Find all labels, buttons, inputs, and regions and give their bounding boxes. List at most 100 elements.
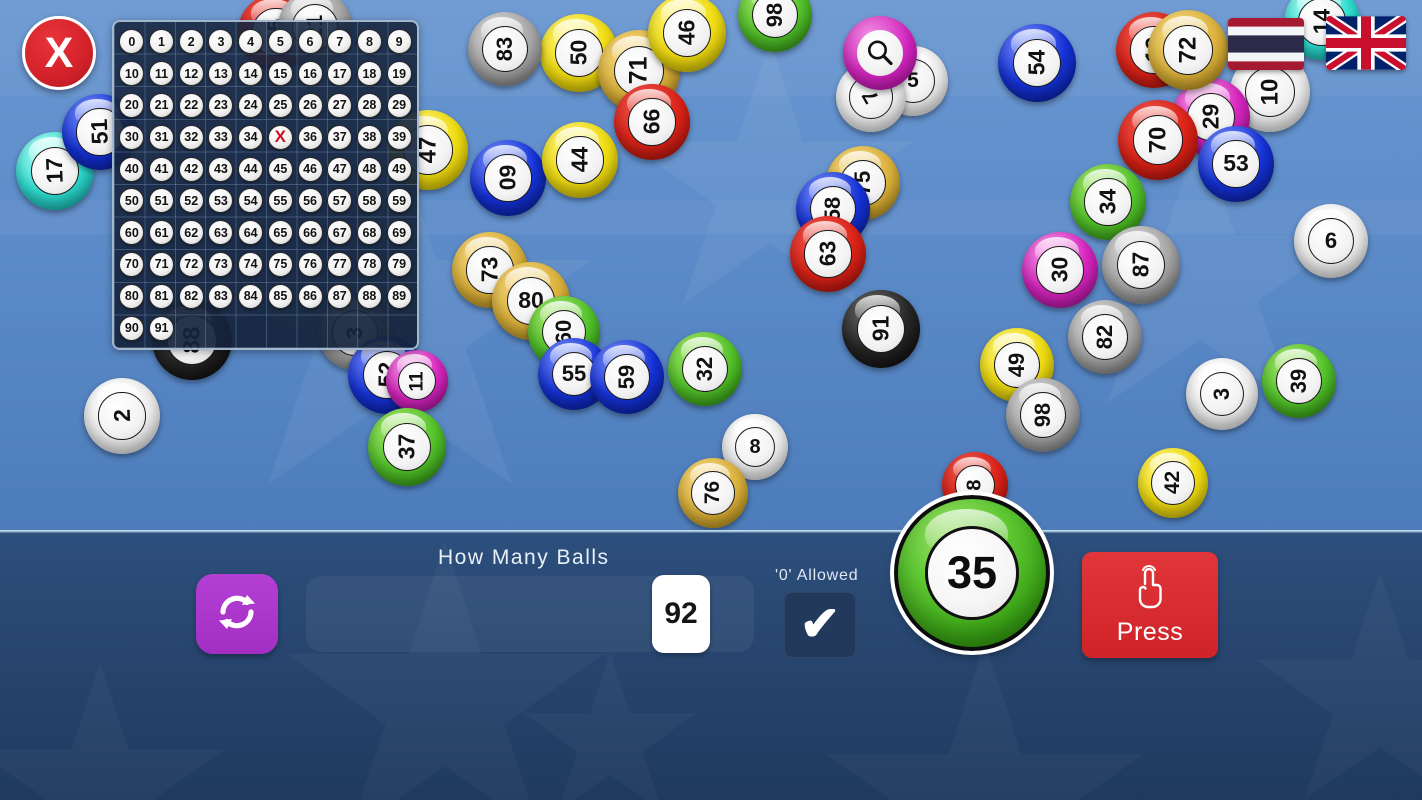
grid-cell-14[interactable]: 14 bbox=[236, 58, 266, 90]
grid-cell-12[interactable]: 12 bbox=[176, 58, 206, 90]
grid-cell-51[interactable]: 51 bbox=[147, 185, 177, 217]
grid-cell-73[interactable]: 73 bbox=[206, 249, 236, 281]
grid-cell-87[interactable]: 87 bbox=[325, 280, 355, 312]
grid-cell-X[interactable]: X bbox=[266, 121, 296, 153]
grid-cell-30[interactable]: 30 bbox=[117, 121, 147, 153]
grid-cell-74[interactable]: 74 bbox=[236, 249, 266, 281]
grid-cell-1[interactable]: 1 bbox=[147, 26, 177, 58]
grid-cell-56[interactable]: 56 bbox=[295, 185, 325, 217]
ball-32[interactable]: 32 bbox=[668, 332, 742, 406]
grid-cell-7[interactable]: 7 bbox=[325, 26, 355, 58]
grid-cell-58[interactable]: 58 bbox=[355, 185, 385, 217]
grid-cell-6[interactable]: 6 bbox=[295, 26, 325, 58]
grid-cell-59[interactable]: 59 bbox=[384, 185, 414, 217]
zero-allowed-checkbox[interactable]: ✔ bbox=[784, 592, 856, 658]
close-x-icon[interactable]: X bbox=[22, 16, 96, 90]
grid-cell-60[interactable]: 60 bbox=[117, 217, 147, 249]
grid-cell-50[interactable]: 50 bbox=[117, 185, 147, 217]
ball-2[interactable]: 2 bbox=[84, 378, 160, 454]
grid-cell-54[interactable]: 54 bbox=[236, 185, 266, 217]
grid-cell-15[interactable]: 15 bbox=[266, 58, 296, 90]
grid-cell-34[interactable]: 34 bbox=[236, 121, 266, 153]
grid-cell-44[interactable]: 44 bbox=[236, 153, 266, 185]
ball-98[interactable]: 98 bbox=[738, 0, 812, 52]
grid-cell-37[interactable]: 37 bbox=[325, 121, 355, 153]
grid-cell-88[interactable]: 88 bbox=[355, 280, 385, 312]
grid-cell-70[interactable]: 70 bbox=[117, 249, 147, 281]
ball-30[interactable]: 30 bbox=[1022, 232, 1098, 308]
grid-cell-8[interactable]: 8 bbox=[355, 26, 385, 58]
ball-76[interactable]: 76 bbox=[678, 458, 748, 528]
grid-cell-29[interactable]: 29 bbox=[384, 90, 414, 122]
grid-cell-85[interactable]: 85 bbox=[266, 280, 296, 312]
grid-cell-28[interactable]: 28 bbox=[355, 90, 385, 122]
ball-72[interactable]: 72 bbox=[1148, 10, 1228, 90]
grid-cell-23[interactable]: 23 bbox=[206, 90, 236, 122]
grid-cell-64[interactable]: 64 bbox=[236, 217, 266, 249]
ball-37[interactable]: 37 bbox=[368, 408, 446, 486]
grid-cell-10[interactable]: 10 bbox=[117, 58, 147, 90]
search-ball-button[interactable] bbox=[843, 16, 917, 90]
grid-cell-49[interactable]: 49 bbox=[384, 153, 414, 185]
ball-42[interactable]: 42 bbox=[1138, 448, 1208, 518]
ball-63[interactable]: 63 bbox=[790, 216, 866, 292]
grid-cell-72[interactable]: 72 bbox=[176, 249, 206, 281]
grid-cell-19[interactable]: 19 bbox=[384, 58, 414, 90]
grid-cell-83[interactable]: 83 bbox=[206, 280, 236, 312]
grid-cell-76[interactable]: 76 bbox=[295, 249, 325, 281]
grid-cell-3[interactable]: 3 bbox=[206, 26, 236, 58]
refresh-button[interactable] bbox=[196, 574, 278, 654]
grid-cell-67[interactable]: 67 bbox=[325, 217, 355, 249]
grid-cell-71[interactable]: 71 bbox=[147, 249, 177, 281]
ball-54[interactable]: 54 bbox=[998, 24, 1076, 102]
grid-cell-45[interactable]: 45 bbox=[266, 153, 296, 185]
grid-cell-5[interactable]: 5 bbox=[266, 26, 296, 58]
grid-cell-32[interactable]: 32 bbox=[176, 121, 206, 153]
grid-cell-77[interactable]: 77 bbox=[325, 249, 355, 281]
ball-83[interactable]: 83 bbox=[468, 12, 542, 86]
grid-cell-81[interactable]: 81 bbox=[147, 280, 177, 312]
grid-cell-48[interactable]: 48 bbox=[355, 153, 385, 185]
grid-cell-25[interactable]: 25 bbox=[266, 90, 296, 122]
grid-cell-26[interactable]: 26 bbox=[295, 90, 325, 122]
grid-cell-66[interactable]: 66 bbox=[295, 217, 325, 249]
ball-87[interactable]: 87 bbox=[1102, 226, 1180, 304]
ball-46[interactable]: 46 bbox=[648, 0, 726, 72]
grid-cell-43[interactable]: 43 bbox=[206, 153, 236, 185]
grid-cell-39[interactable]: 39 bbox=[384, 121, 414, 153]
grid-cell-63[interactable]: 63 bbox=[206, 217, 236, 249]
grid-cell-57[interactable]: 57 bbox=[325, 185, 355, 217]
grid-cell-80[interactable]: 80 bbox=[117, 280, 147, 312]
grid-cell-42[interactable]: 42 bbox=[176, 153, 206, 185]
ball-82[interactable]: 82 bbox=[1068, 300, 1142, 374]
ball-44[interactable]: 44 bbox=[542, 122, 618, 198]
grid-cell-79[interactable]: 79 bbox=[384, 249, 414, 281]
grid-cell-65[interactable]: 65 bbox=[266, 217, 296, 249]
press-button[interactable]: Press bbox=[1082, 552, 1218, 658]
how-many-balls-value[interactable]: 92 bbox=[652, 575, 710, 653]
grid-cell-62[interactable]: 62 bbox=[176, 217, 206, 249]
grid-cell-16[interactable]: 16 bbox=[295, 58, 325, 90]
ball-6[interactable]: 6 bbox=[1294, 204, 1368, 278]
grid-cell-61[interactable]: 61 bbox=[147, 217, 177, 249]
ball-70[interactable]: 70 bbox=[1118, 100, 1198, 180]
grid-cell-2[interactable]: 2 bbox=[176, 26, 206, 58]
grid-cell-41[interactable]: 41 bbox=[147, 153, 177, 185]
grid-cell-4[interactable]: 4 bbox=[236, 26, 266, 58]
grid-cell-0[interactable]: 0 bbox=[117, 26, 147, 58]
grid-cell-38[interactable]: 38 bbox=[355, 121, 385, 153]
grid-cell-55[interactable]: 55 bbox=[266, 185, 296, 217]
grid-cell-9[interactable]: 9 bbox=[384, 26, 414, 58]
ball-3[interactable]: 3 bbox=[1186, 358, 1258, 430]
ball-98[interactable]: 98 bbox=[1006, 378, 1080, 452]
grid-cell-40[interactable]: 40 bbox=[117, 153, 147, 185]
grid-cell-78[interactable]: 78 bbox=[355, 249, 385, 281]
ball-91[interactable]: 91 bbox=[842, 290, 920, 368]
grid-cell-33[interactable]: 33 bbox=[206, 121, 236, 153]
grid-cell-20[interactable]: 20 bbox=[117, 90, 147, 122]
grid-cell-69[interactable]: 69 bbox=[384, 217, 414, 249]
grid-cell-27[interactable]: 27 bbox=[325, 90, 355, 122]
grid-cell-89[interactable]: 89 bbox=[384, 280, 414, 312]
grid-cell-21[interactable]: 21 bbox=[147, 90, 177, 122]
ball-11[interactable]: 11 bbox=[386, 350, 448, 412]
